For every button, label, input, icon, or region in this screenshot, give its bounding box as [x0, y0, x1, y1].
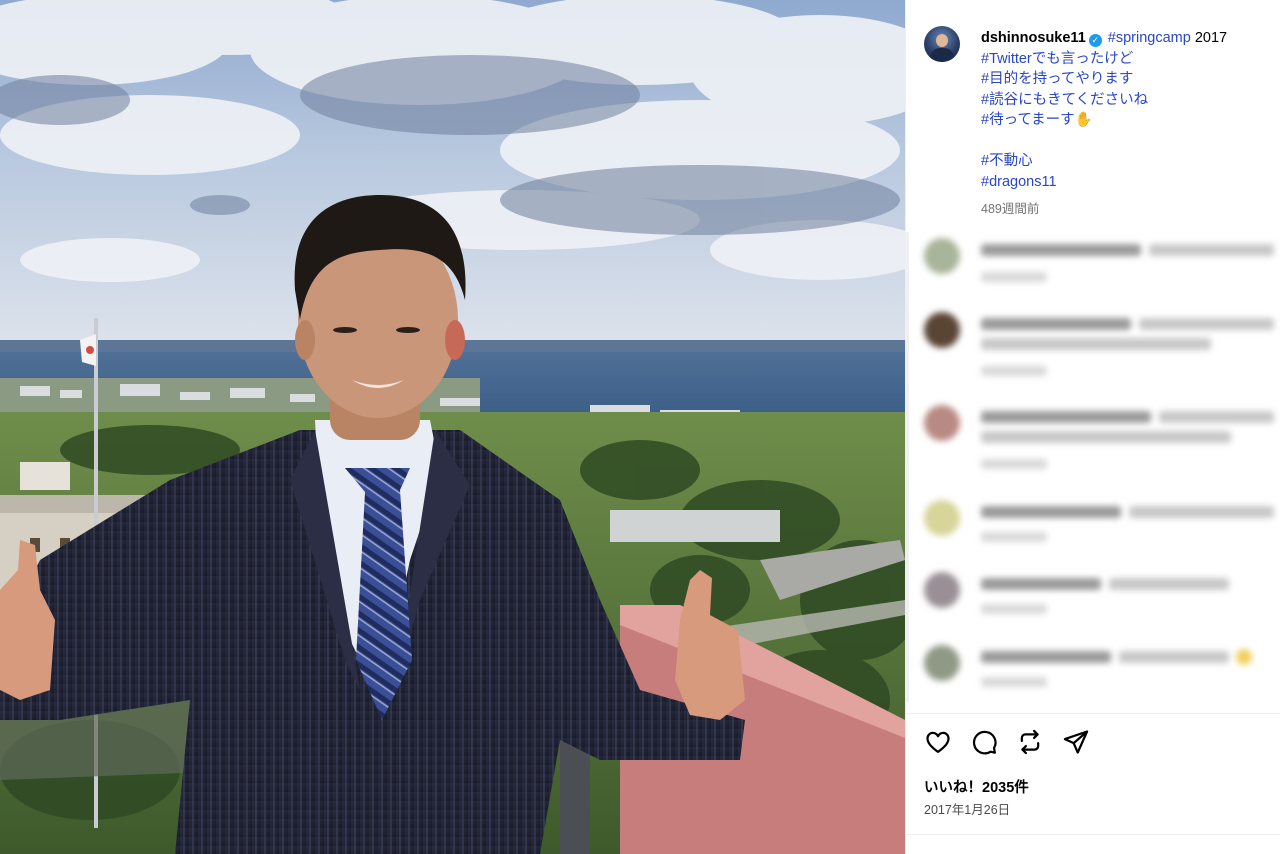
comment-meta — [981, 272, 1047, 282]
avatar[interactable] — [924, 26, 960, 62]
comment-text — [1129, 506, 1274, 518]
comment-text — [1109, 578, 1229, 590]
comment-item — [924, 405, 1274, 469]
hashtag-link[interactable]: #Twitterでも言ったけど — [981, 49, 1280, 70]
avatar-body — [930, 48, 954, 62]
username-link[interactable]: dshinnosuke11 — [981, 30, 1086, 46]
hashtag-link[interactable]: #読谷にもきてくださいね — [981, 90, 1280, 111]
post-photo[interactable] — [0, 0, 905, 854]
comment-item — [924, 645, 1274, 705]
hashtag-link[interactable]: #dragons11 — [981, 172, 1280, 193]
comment-bubble-icon[interactable] — [970, 728, 1000, 758]
comment-avatar — [924, 500, 960, 536]
likes-count[interactable]: いいね！2035件 — [924, 776, 1029, 797]
avatar-face — [936, 34, 948, 47]
comment-item — [924, 312, 1274, 376]
comment-avatar — [924, 645, 960, 681]
comment-text — [981, 244, 1141, 256]
comment-avatar — [924, 238, 960, 274]
post-date[interactable]: 2017年1月26日 — [924, 799, 1010, 818]
comment-text — [981, 338, 1211, 350]
comment-text — [981, 431, 1231, 443]
comments-scrollbar[interactable] — [906, 232, 909, 702]
comment-meta — [981, 532, 1047, 542]
comment-meta — [981, 459, 1047, 469]
comment-avatar — [924, 405, 960, 441]
comment-text — [981, 411, 1151, 423]
hashtag-link[interactable]: #springcamp — [1108, 30, 1191, 46]
heart-icon[interactable] — [924, 728, 954, 758]
comment-text — [1159, 411, 1274, 423]
comment-meta — [981, 677, 1047, 687]
comment-text — [981, 651, 1111, 663]
comment-text — [981, 506, 1121, 518]
comment-text — [981, 578, 1101, 590]
hashtag-link[interactable]: #目的を持ってやります — [981, 69, 1280, 90]
comment-item — [924, 238, 1274, 298]
repost-icon[interactable] — [1016, 728, 1046, 758]
post-detail-panel: dshinnosuke11 ✓ #springcamp 2017 #Twitter… — [905, 0, 1280, 854]
comment-meta — [981, 366, 1047, 376]
comment-meta — [981, 604, 1047, 614]
comment-item — [924, 572, 1274, 632]
caption-year: 2017 — [1190, 30, 1228, 46]
caption-timestamp[interactable]: 489週間前 — [981, 198, 1039, 217]
divider — [906, 834, 1280, 835]
hashtag-link[interactable]: #待ってまーす✋ — [981, 110, 1280, 131]
comment-text — [1149, 244, 1274, 256]
comment-avatar — [924, 312, 960, 348]
comment-item — [924, 500, 1274, 560]
divider — [906, 713, 1280, 714]
comment-text — [1119, 651, 1229, 663]
hashtag-link[interactable]: #不動心 — [981, 151, 1280, 172]
comment-text — [981, 318, 1131, 330]
comment-text — [1139, 318, 1274, 330]
paper-plane-icon[interactable] — [1062, 728, 1092, 758]
caption-text: dshinnosuke11 ✓ #springcamp 2017 #Twitter… — [981, 28, 1280, 192]
comment-emoji — [1236, 649, 1252, 665]
comment-avatar — [924, 572, 960, 608]
verified-badge-icon: ✓ — [1088, 34, 1102, 47]
